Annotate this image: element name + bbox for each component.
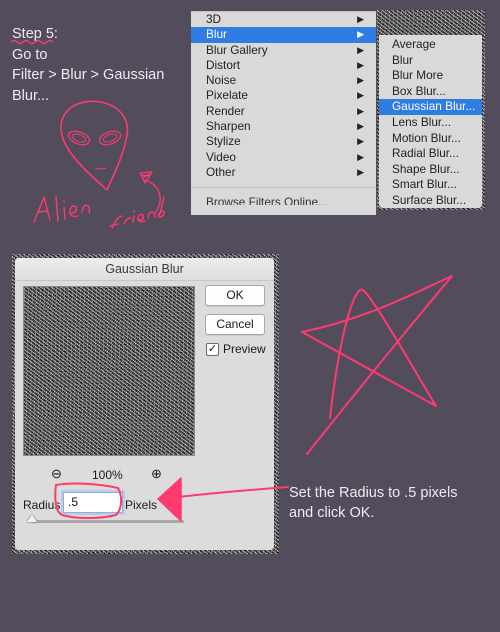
submenu-arrow-icon: ▶: [357, 121, 364, 132]
submenu-arrow-icon: ▶: [357, 166, 364, 177]
submenu-arrow-icon: ▶: [357, 59, 364, 70]
alien-eye-left: [71, 133, 87, 143]
submenu-item-surface-blur[interactable]: Surface Blur...: [379, 193, 482, 209]
menu-item-3d[interactable]: 3D ▶: [191, 12, 376, 27]
submenu-item-blur-more[interactable]: Blur More: [379, 68, 482, 84]
zoom-out-icon[interactable]: ⊖: [51, 466, 62, 482]
menu-item-blur[interactable]: Blur ▶: [191, 27, 376, 43]
instruction-line: and click OK.: [289, 505, 375, 521]
submenu-arrow-icon: ▶: [357, 151, 364, 162]
menu-item-label: Render: [206, 103, 245, 118]
menu-item-label: Video: [206, 149, 236, 164]
menu-item-stylize[interactable]: Stylize ▶: [191, 134, 376, 149]
star-doodle: [301, 275, 453, 455]
friend-text: [109, 196, 165, 229]
radius-label: Radius: [23, 498, 61, 512]
submenu-item-average[interactable]: Average: [379, 37, 482, 53]
menu-separator: [191, 187, 376, 189]
radius-slider[interactable]: [32, 520, 184, 523]
submenu-arrow-icon: ▶: [357, 105, 364, 116]
submenu-arrow-icon: ▶: [357, 90, 364, 101]
zoom-level: 100%: [92, 468, 123, 482]
preview-checkbox[interactable]: ✓: [206, 342, 219, 356]
blur-preview[interactable]: [23, 286, 195, 456]
alien-text: [33, 195, 91, 223]
submenu-arrow-icon: ▶: [357, 44, 364, 55]
alien-eye-left: [67, 130, 91, 146]
instruction-note: Set the Radius to .5 pixels and click OK…: [289, 483, 457, 523]
menu-item-distort[interactable]: Distort ▶: [191, 58, 376, 73]
filter-menu: 3D ▶ Blur ▶ Blur Gallery ▶ Distort ▶ Noise ▶ Pixel…: [191, 11, 376, 215]
submenu-item-smart-blur[interactable]: Smart Blur...: [379, 177, 482, 193]
menu-item-label: Sharpen: [206, 119, 251, 134]
alien-head-icon: [60, 100, 129, 191]
menu-item-sharpen[interactable]: Sharpen ▶: [191, 119, 376, 134]
menu-item-label: 3D: [206, 12, 222, 26]
cancel-button[interactable]: Cancel: [205, 314, 265, 335]
zoom-in-icon[interactable]: ⊕: [151, 466, 162, 482]
radius-slider-thumb[interactable]: [27, 515, 37, 522]
step-title: Step 5:: [12, 26, 58, 42]
units-label: Pixels: [125, 498, 158, 512]
gaussian-blur-dialog: Gaussian Blur OK Cancel ✓ Preview ⊖ 100%…: [15, 258, 274, 550]
step-instructions: Step 5: Go to Filter > Blur > Gaussian B…: [12, 24, 164, 106]
menu-item-browse-filters-online[interactable]: Browse Filters Online...: [191, 193, 376, 205]
submenu-arrow-icon: ▶: [357, 14, 364, 24]
submenu-item-gaussian-blur[interactable]: Gaussian Blur...: [379, 99, 482, 115]
alien-eye-right: [102, 133, 118, 143]
menu-item-label: Pixelate: [206, 88, 248, 103]
menu-item-noise[interactable]: Noise ▶: [191, 73, 376, 88]
menu-item-other[interactable]: Other ▶: [191, 165, 376, 180]
submenu-arrow-icon: ▶: [357, 75, 364, 86]
zoom-controls: ⊖ 100% ⊕: [15, 466, 201, 484]
menu-item-label: Distort: [206, 57, 241, 72]
menu-item-pixelate[interactable]: Pixelate ▶: [191, 88, 376, 103]
menu-item-label: Noise: [206, 73, 237, 88]
submenu-item-lens-blur[interactable]: Lens Blur...: [379, 115, 482, 131]
step-line: Go to: [12, 46, 48, 63]
alien-eye-right: [98, 130, 122, 146]
blur-submenu: Average Blur Blur More Box Blur... Gaussian …: [379, 35, 482, 208]
submenu-item-blur[interactable]: Blur: [379, 53, 482, 69]
submenu-item-motion-blur[interactable]: Motion Blur...: [379, 131, 482, 147]
menu-item-label: Blur Gallery: [206, 42, 268, 57]
step-line: Blur...: [12, 87, 50, 104]
submenu-item-radial-blur[interactable]: Radial Blur...: [379, 146, 482, 162]
alien-mouth: [95, 167, 107, 170]
submenu-item-box-blur[interactable]: Box Blur...: [379, 84, 482, 100]
preview-label: Preview: [223, 342, 266, 356]
submenu-arrow-icon: ▶: [357, 136, 364, 147]
dialog-title: Gaussian Blur: [15, 258, 274, 281]
menu-item-render[interactable]: Render ▶: [191, 104, 376, 119]
menu-item-label: Other: [206, 164, 236, 179]
submenu-arrow-icon: ▶: [357, 29, 364, 40]
menu-item-blur-gallery[interactable]: Blur Gallery ▶: [191, 43, 376, 58]
menu-item-video[interactable]: Video ▶: [191, 150, 376, 165]
menu-item-label: Blur: [206, 27, 227, 42]
radius-input[interactable]: [63, 492, 123, 513]
menu-item-label: Stylize: [206, 134, 241, 149]
submenu-item-shape-blur[interactable]: Shape Blur...: [379, 162, 482, 178]
doodle-arrow: [144, 179, 161, 214]
instruction-line: Set the Radius to .5 pixels: [289, 485, 458, 501]
step-line: Filter > Blur > Gaussian: [12, 67, 165, 83]
preview-toggle[interactable]: ✓ Preview: [206, 342, 266, 356]
ok-button[interactable]: OK: [205, 285, 265, 306]
doodle-arrowhead: [139, 171, 153, 184]
